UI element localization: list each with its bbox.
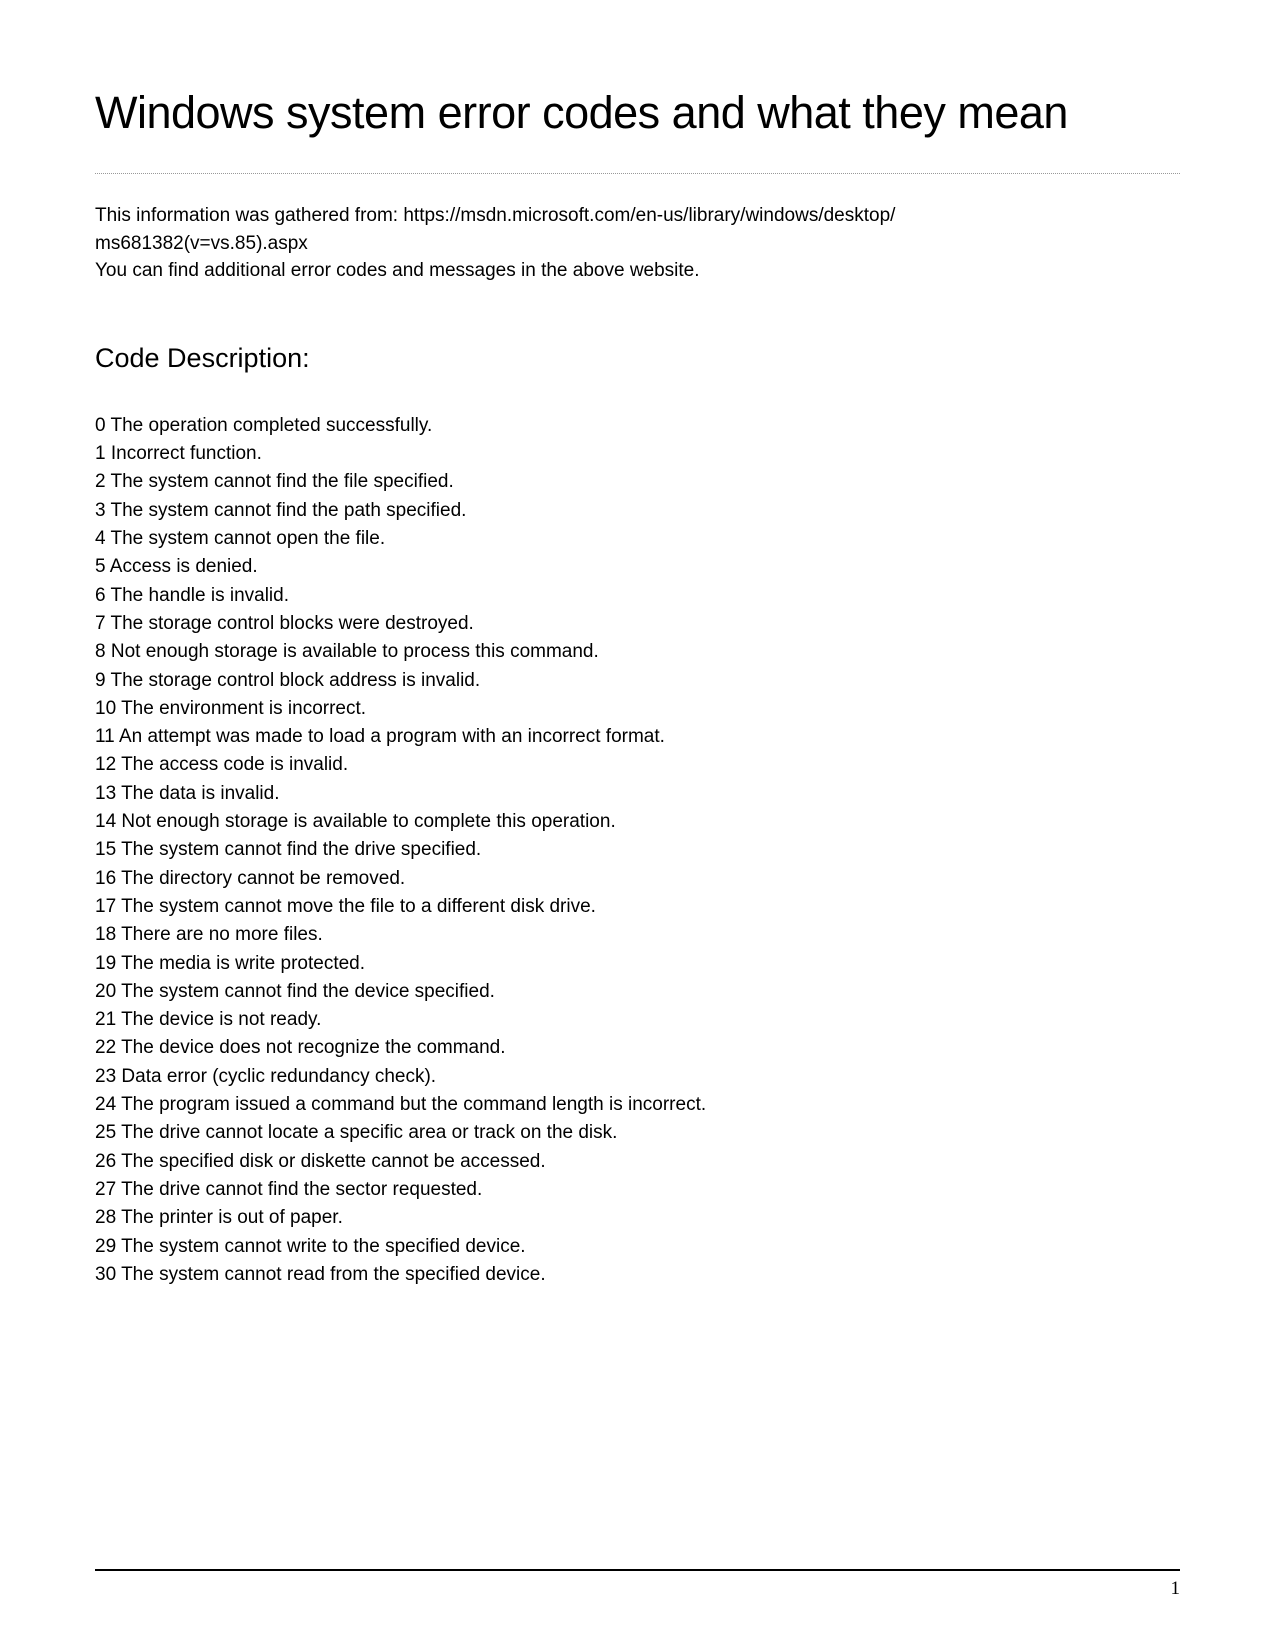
error-code-line: 24 The program issued a command but the … — [95, 1091, 1180, 1119]
error-code-line: 2 The system cannot find the file specif… — [95, 468, 1180, 496]
error-code-line: 1 Incorrect function. — [95, 440, 1180, 468]
footer-divider — [95, 1569, 1180, 1571]
error-code-line: 9 The storage control block address is i… — [95, 667, 1180, 695]
page-number: 1 — [1171, 1578, 1181, 1600]
error-code-line: 16 The directory cannot be removed. — [95, 865, 1180, 893]
error-code-line: 11 An attempt was made to load a program… — [95, 723, 1180, 751]
intro-text-line1: This information was gathered from: http… — [95, 205, 895, 226]
error-code-line: 18 There are no more files. — [95, 921, 1180, 949]
error-code-line: 19 The media is write protected. — [95, 950, 1180, 978]
title-divider — [95, 173, 1180, 174]
document-title: Windows system error codes and what they… — [95, 85, 1180, 141]
intro-text-line3: You can find additional error codes and … — [95, 260, 700, 281]
error-code-line: 25 The drive cannot locate a specific ar… — [95, 1119, 1180, 1147]
error-code-line: 20 The system cannot find the device spe… — [95, 978, 1180, 1006]
error-code-line: 4 The system cannot open the file. — [95, 525, 1180, 553]
error-code-line: 21 The device is not ready. — [95, 1006, 1180, 1034]
error-code-line: 7 The storage control blocks were destro… — [95, 610, 1180, 638]
error-code-line: 0 The operation completed successfully. — [95, 412, 1180, 440]
error-code-line: 10 The environment is incorrect. — [95, 695, 1180, 723]
error-code-line: 6 The handle is invalid. — [95, 582, 1180, 610]
error-code-line: 8 Not enough storage is available to pro… — [95, 638, 1180, 666]
error-code-line: 23 Data error (cyclic redundancy check). — [95, 1063, 1180, 1091]
error-code-line: 5 Access is denied. — [95, 553, 1180, 581]
error-code-line: 3 The system cannot find the path specif… — [95, 497, 1180, 525]
section-heading: Code Description: — [95, 343, 1180, 374]
error-code-line: 13 The data is invalid. — [95, 780, 1180, 808]
error-code-line: 22 The device does not recognize the com… — [95, 1034, 1180, 1062]
error-code-line: 15 The system cannot find the drive spec… — [95, 836, 1180, 864]
error-code-line: 29 The system cannot write to the specif… — [95, 1233, 1180, 1261]
intro-text-line2: ms681382(v=vs.85).aspx — [95, 233, 308, 254]
error-code-list: 0 The operation completed successfully.1… — [95, 412, 1180, 1289]
error-code-line: 30 The system cannot read from the speci… — [95, 1261, 1180, 1289]
error-code-line: 12 The access code is invalid. — [95, 751, 1180, 779]
error-code-line: 27 The drive cannot find the sector requ… — [95, 1176, 1180, 1204]
error-code-line: 17 The system cannot move the file to a … — [95, 893, 1180, 921]
error-code-line: 28 The printer is out of paper. — [95, 1204, 1180, 1232]
error-code-line: 14 Not enough storage is available to co… — [95, 808, 1180, 836]
error-code-line: 26 The specified disk or diskette cannot… — [95, 1148, 1180, 1176]
intro-paragraph: This information was gathered from: http… — [95, 202, 1180, 285]
